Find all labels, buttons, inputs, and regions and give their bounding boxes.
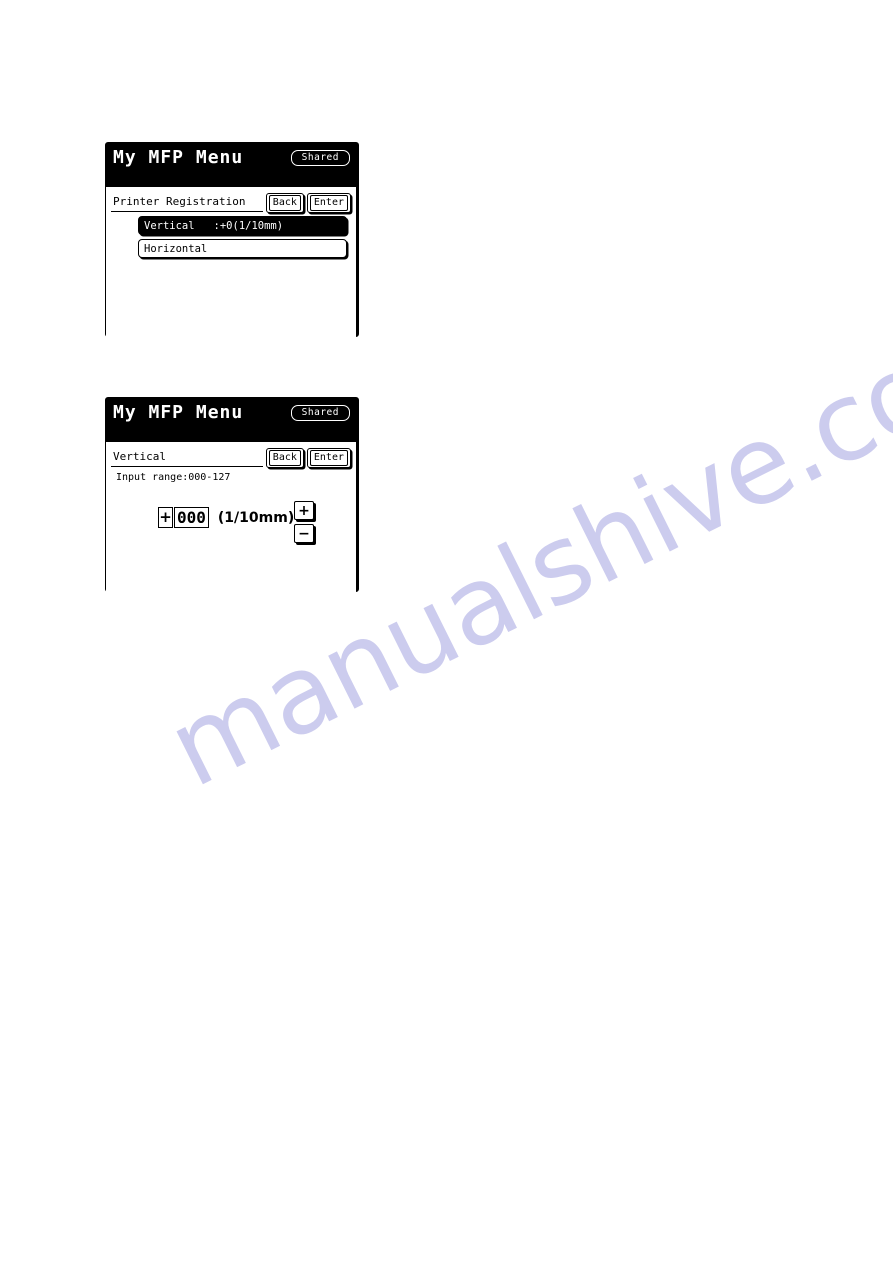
header-button-group: Back Enter xyxy=(265,192,351,213)
value-display-group: + 000 (1/10mm) xyxy=(158,507,294,528)
app-title: My MFP Menu xyxy=(113,147,244,168)
value-stepper: + − xyxy=(294,501,314,543)
enter-button[interactable]: Enter xyxy=(306,447,351,468)
header-button-group: Back Enter xyxy=(265,447,351,468)
value-entry-area: + 000 (1/10mm) + − xyxy=(106,501,356,561)
menu-list: Vertical :+0(1/10mm) Horizontal xyxy=(138,216,347,258)
back-button-label: Back xyxy=(268,449,301,466)
enter-button-label: Enter xyxy=(309,194,348,211)
decrement-button[interactable]: − xyxy=(294,524,314,543)
mfp-panel-vertical-entry: My MFP Menu Shared Vertical Back Enter I… xyxy=(105,397,359,593)
page-title: Printer Registration xyxy=(111,193,263,212)
list-item-horizontal[interactable]: Horizontal xyxy=(138,239,347,258)
enter-button-label: Enter xyxy=(309,449,348,466)
unit-label: (1/10mm) xyxy=(217,509,295,526)
back-button-label: Back xyxy=(268,194,301,211)
shared-badge: Shared xyxy=(290,405,350,421)
enter-button[interactable]: Enter xyxy=(306,192,351,213)
app-title: My MFP Menu xyxy=(113,402,244,423)
titlebar: My MFP Menu Shared xyxy=(106,398,356,442)
value-digits-field[interactable]: 000 xyxy=(174,507,209,528)
page-title: Vertical xyxy=(111,448,263,467)
screen-header: Vertical Back Enter xyxy=(111,446,351,469)
mfp-panel-printer-registration: My MFP Menu Shared Printer Registration … xyxy=(105,142,359,338)
back-button[interactable]: Back xyxy=(265,192,304,213)
titlebar: My MFP Menu Shared xyxy=(106,143,356,187)
shared-badge: Shared xyxy=(290,150,350,166)
sign-toggle-button[interactable]: + xyxy=(158,507,173,528)
back-button[interactable]: Back xyxy=(265,447,304,468)
input-range-label: Input range:000-127 xyxy=(116,472,231,483)
increment-button[interactable]: + xyxy=(294,501,314,520)
screen-body: Vertical Back Enter Input range:000-127 … xyxy=(106,446,356,593)
screen-body: Printer Registration Back Enter Vertical… xyxy=(106,191,356,338)
screen-header: Printer Registration Back Enter xyxy=(111,191,351,214)
list-item-vertical[interactable]: Vertical :+0(1/10mm) xyxy=(138,216,347,235)
